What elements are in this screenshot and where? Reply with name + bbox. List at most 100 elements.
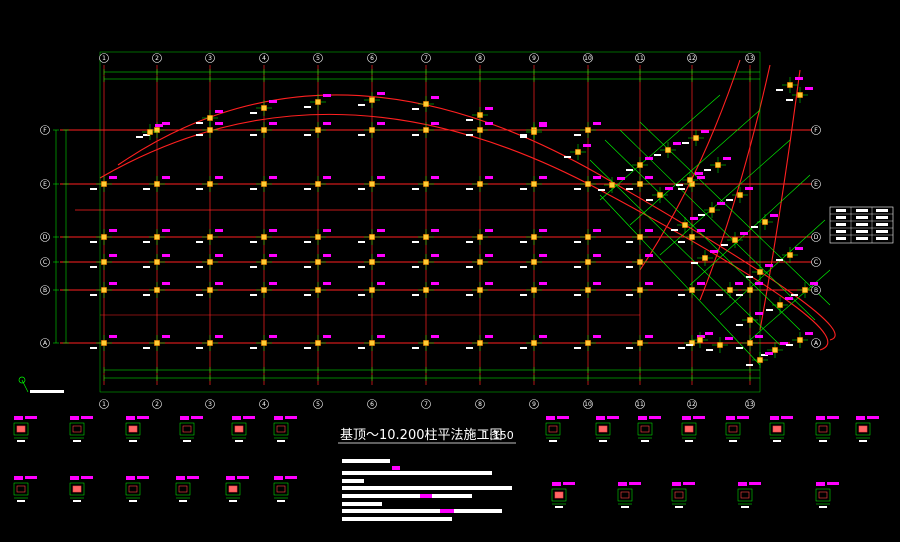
axis-bubble: 8 bbox=[475, 53, 485, 63]
detail-tag bbox=[726, 416, 735, 420]
axis-bubble-label: 13 bbox=[746, 55, 754, 62]
column-size-label bbox=[736, 294, 743, 296]
detail-tag bbox=[770, 416, 779, 420]
column-tag bbox=[377, 176, 385, 179]
column-section bbox=[261, 234, 267, 240]
column-section bbox=[261, 105, 267, 111]
axis-bubble-label: 6 bbox=[370, 55, 374, 62]
column-section bbox=[609, 182, 615, 188]
column-size-label bbox=[726, 199, 733, 201]
column-layout-drawing: 1122334455667788991010111112121313F FE ED D… bbox=[0, 0, 900, 542]
column-tag bbox=[162, 335, 170, 338]
column-tag bbox=[377, 122, 385, 125]
axis-bubble: 8 bbox=[475, 399, 485, 409]
column-size-label bbox=[574, 134, 581, 136]
detail-tag-text bbox=[81, 416, 93, 419]
column-size-label bbox=[250, 294, 257, 296]
column-size-label bbox=[412, 294, 419, 296]
column-tag bbox=[109, 335, 117, 338]
column-section bbox=[689, 287, 695, 293]
column-size-label bbox=[564, 156, 571, 158]
axis-bubble-label: 2 bbox=[155, 401, 159, 408]
column-tag bbox=[215, 110, 223, 113]
column-size-label bbox=[466, 119, 473, 121]
column-section bbox=[477, 287, 483, 293]
column-size-label bbox=[250, 241, 257, 243]
column-tag bbox=[109, 282, 117, 285]
column-size-label bbox=[196, 347, 203, 349]
column-size-label bbox=[304, 294, 311, 296]
detail-section bbox=[72, 485, 82, 493]
column-tag bbox=[109, 254, 117, 257]
column-section bbox=[762, 219, 768, 225]
detail-tag bbox=[672, 482, 681, 486]
column-tag bbox=[593, 282, 601, 285]
detail-size bbox=[17, 500, 25, 502]
column-section bbox=[687, 177, 693, 183]
column-tag bbox=[805, 332, 813, 335]
detail-tag bbox=[70, 476, 79, 480]
column-section bbox=[477, 340, 483, 346]
column-size-label bbox=[304, 266, 311, 268]
column-size-label bbox=[358, 188, 365, 190]
column-section bbox=[717, 342, 723, 348]
detail-section bbox=[772, 425, 782, 433]
column-tag bbox=[755, 335, 763, 338]
column-tag bbox=[323, 176, 331, 179]
column-size-label bbox=[143, 241, 150, 243]
detail-tag-text bbox=[737, 416, 749, 419]
column-tag bbox=[785, 297, 793, 300]
column-size-label bbox=[626, 188, 633, 190]
column-section bbox=[477, 234, 483, 240]
column-size-label bbox=[716, 294, 723, 296]
detail-size bbox=[555, 506, 563, 508]
column-size-label bbox=[598, 189, 605, 191]
column-tag bbox=[215, 254, 223, 257]
column-section bbox=[369, 234, 375, 240]
column-tag bbox=[485, 122, 493, 125]
column-size-label bbox=[358, 266, 365, 268]
column-size-label bbox=[250, 347, 257, 349]
column-size-label bbox=[196, 241, 203, 243]
column-tag bbox=[323, 282, 331, 285]
axis-bubble: 12 bbox=[687, 399, 697, 409]
detail-tag-text bbox=[649, 416, 661, 419]
column-section bbox=[737, 192, 743, 198]
detail-size bbox=[129, 500, 137, 502]
column-tag bbox=[735, 282, 743, 285]
column-section bbox=[369, 181, 375, 187]
detail-tag-text bbox=[827, 416, 839, 419]
axis-bubble-label: E bbox=[814, 181, 818, 188]
column-tag bbox=[755, 282, 763, 285]
column-size-label bbox=[520, 188, 527, 190]
column-tag bbox=[697, 176, 705, 179]
detail-size bbox=[235, 440, 243, 442]
column-section bbox=[207, 287, 213, 293]
column-size-label bbox=[626, 169, 633, 171]
column-section bbox=[315, 127, 321, 133]
column-tag bbox=[323, 254, 331, 257]
column-tag bbox=[162, 282, 170, 285]
detail-size bbox=[73, 440, 81, 442]
detail-tag-text bbox=[25, 476, 37, 479]
column-size-label bbox=[791, 294, 798, 296]
column-section bbox=[657, 192, 663, 198]
column-section bbox=[369, 127, 375, 133]
axis-bubble-label: F bbox=[43, 127, 47, 134]
detail-tag-text bbox=[25, 416, 37, 419]
column-tag bbox=[539, 282, 547, 285]
column-section bbox=[154, 259, 160, 265]
detail-section bbox=[598, 425, 608, 433]
column-tag bbox=[765, 264, 773, 267]
column-section bbox=[802, 287, 808, 293]
column-tag bbox=[725, 337, 733, 340]
axis-bubble: 6 bbox=[367, 399, 377, 409]
axis-bubble: 1 bbox=[99, 399, 109, 409]
column-tag bbox=[162, 176, 170, 179]
column-tag bbox=[431, 122, 439, 125]
detail-size bbox=[741, 506, 749, 508]
detail-section bbox=[234, 425, 244, 433]
axis-bubble-label: 5 bbox=[316, 401, 320, 408]
column-section bbox=[747, 287, 753, 293]
axis-bubble: 1 bbox=[99, 53, 109, 63]
